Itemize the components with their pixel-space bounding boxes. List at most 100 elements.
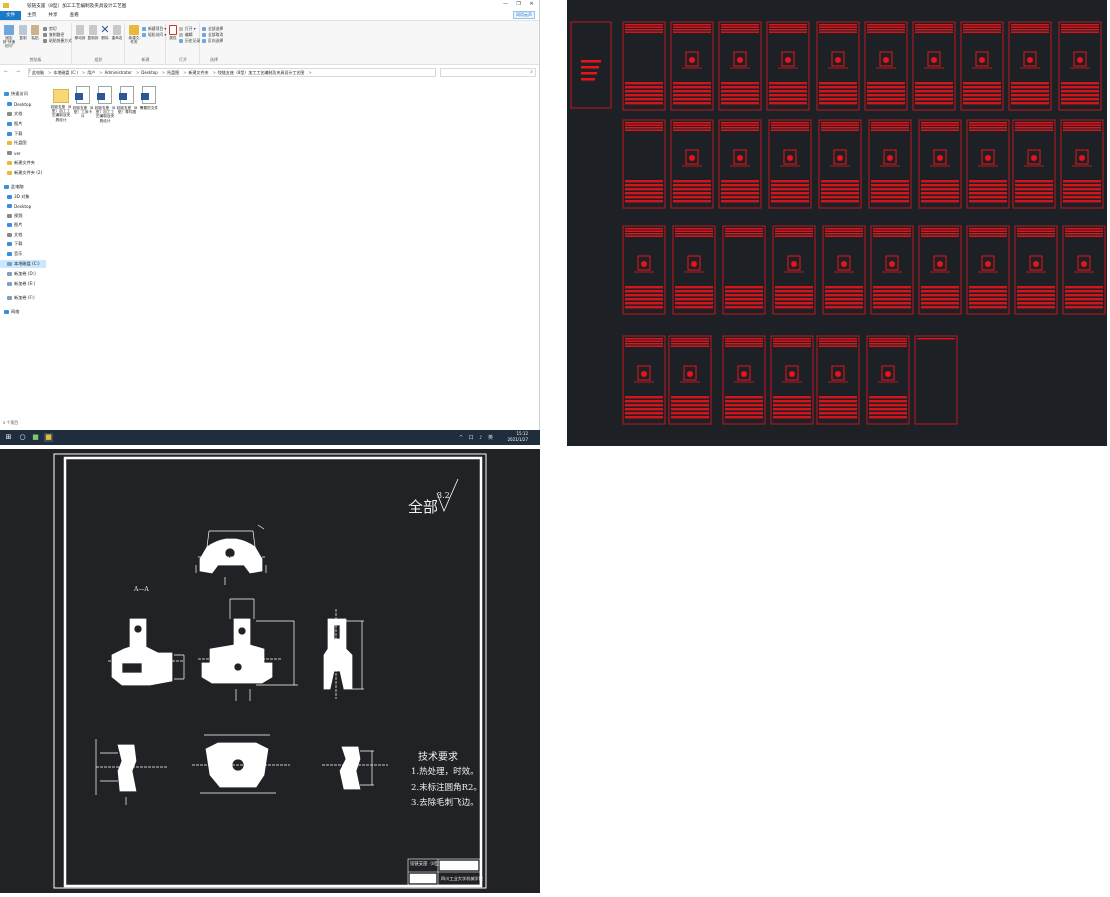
nav-item[interactable]: 新加卷 (F:) xyxy=(0,294,46,302)
file-item[interactable]: 铰链支座（8型）加工工艺编制及夹具设计 xyxy=(94,86,116,123)
nav-item[interactable]: 新加卷 (E:) xyxy=(0,280,46,288)
new-folder-button[interactable]: 新建文件夹 xyxy=(127,25,141,44)
sheet-table-row xyxy=(673,94,711,97)
edit-label: 编辑 xyxy=(185,32,193,37)
edit-icon xyxy=(179,33,183,37)
process-card-sheet xyxy=(672,225,716,315)
pin-quick-access-button[interactable]: 固定到"快速访问" xyxy=(1,25,17,48)
breadcrumb-item[interactable]: 托盘图 xyxy=(167,70,179,76)
nav-item[interactable]: 托盘图 xyxy=(0,139,46,147)
sheet-part-hole xyxy=(1027,57,1033,63)
select-group: 全部选择 全部取消 反向选择 选择 xyxy=(201,23,227,64)
sheet-header-row xyxy=(773,340,811,342)
sheet-header-row xyxy=(1017,235,1055,237)
copy-to-button[interactable]: 复制到 xyxy=(87,25,99,40)
nav-item-label: 此电脑 xyxy=(11,184,24,189)
nav-item[interactable]: Desktop xyxy=(0,100,46,108)
system-tray[interactable]: ^ 口 ♪ 英 xyxy=(459,434,495,441)
nav-item[interactable]: Desktop xyxy=(0,202,46,210)
folder-icon xyxy=(53,89,69,103)
file-item[interactable]: 铰链支座（8型）零件图 xyxy=(116,86,138,114)
nav-item[interactable]: 图片 xyxy=(0,221,46,229)
sheet-table-row xyxy=(1011,90,1049,93)
nav-item[interactable]: 音乐 xyxy=(0,250,46,258)
breadcrumb-item[interactable]: 本地磁盘 (C:) xyxy=(53,70,78,76)
process-card-sheet xyxy=(1014,225,1058,315)
sheet-table-row xyxy=(921,192,959,195)
drive-icon xyxy=(7,271,12,277)
clock[interactable]: 15:12 2021/1/27 xyxy=(507,431,528,442)
sheet-table-row xyxy=(771,196,809,199)
nav-item[interactable]: 图片 xyxy=(0,120,46,128)
share-help-button[interactable]: 同用云声 xyxy=(513,11,535,19)
sheet-header-row xyxy=(673,29,711,31)
sheet-table-row xyxy=(869,404,907,407)
nav-item[interactable]: 新建文件夹 xyxy=(0,159,46,167)
search-icon[interactable]: ○ xyxy=(18,433,27,442)
address-bar[interactable]: 此电脑 > 本地磁盘 (C:) > 用户 > Administrator > Desktop > 托… xyxy=(28,68,436,77)
nav-item[interactable]: ver xyxy=(0,149,46,157)
breadcrumb-item[interactable]: 此电脑 xyxy=(32,70,44,76)
app-icon[interactable]: ■ xyxy=(31,433,40,442)
nav-item[interactable]: 网络 xyxy=(0,308,46,316)
file-item[interactable]: 铰链支座（8型）加工工艺编制及夹具设计 xyxy=(50,86,72,122)
tab-view[interactable]: 查看 xyxy=(64,11,85,20)
properties-button[interactable]: 属性 xyxy=(168,25,178,40)
start-icon[interactable]: ⊞ xyxy=(4,433,13,442)
breadcrumb-item[interactable]: 用户 xyxy=(87,70,95,76)
breadcrumb-item[interactable]: 新建文件夹 xyxy=(188,70,208,76)
process-card-sheet xyxy=(718,21,762,111)
nav-item[interactable]: 文档 xyxy=(0,231,46,239)
history-button[interactable]: 历史记录 xyxy=(179,38,200,44)
nav-item[interactable]: 此电脑 xyxy=(0,183,46,191)
sheet-table-row xyxy=(871,192,909,195)
document-icon xyxy=(7,111,12,117)
nav-item[interactable]: 快速访问 xyxy=(0,90,46,98)
move-icon xyxy=(76,25,84,35)
file-explorer-taskbar-icon[interactable]: ■ xyxy=(44,433,53,442)
sheet-table-row xyxy=(625,200,663,203)
breadcrumb-item[interactable]: 铰链支座（8型）加工工艺编制及夹具设计工艺图 xyxy=(218,70,305,76)
breadcrumb-item[interactable]: Administrator xyxy=(105,70,132,75)
sheet-table-row xyxy=(869,412,907,415)
invert-selection-button[interactable]: 反向选择 xyxy=(202,38,223,44)
file-item[interactable]: 需要的文件 xyxy=(138,86,160,110)
copy-button[interactable]: 复制 xyxy=(18,25,28,40)
sheet-header-row xyxy=(625,129,663,131)
move-to-button[interactable]: 移动到 xyxy=(74,25,86,40)
nav-item[interactable]: 3D 对象 xyxy=(0,193,46,201)
breadcrumb-item[interactable]: Desktop xyxy=(141,70,158,75)
nav-item[interactable]: 文档 xyxy=(0,110,46,118)
sheet-header-row xyxy=(819,31,857,33)
rename-button[interactable]: 重命名 xyxy=(111,25,123,40)
tab-share[interactable]: 共享 xyxy=(42,11,63,20)
sheet-frame xyxy=(914,335,958,425)
side-view xyxy=(323,609,364,699)
close-button[interactable]: ✕ xyxy=(525,1,538,7)
paste-shortcut-button[interactable]: 粘贴快捷方式 xyxy=(43,38,72,44)
delete-button[interactable]: ✕ 删除 xyxy=(100,24,110,40)
maximize-button[interactable]: ❐ xyxy=(512,1,525,7)
minimize-button[interactable]: — xyxy=(499,1,512,7)
tab-file[interactable]: 文件 xyxy=(0,11,22,20)
sheet-frame xyxy=(622,119,666,209)
nav-item[interactable]: 新加卷 (D:) xyxy=(0,270,46,278)
process-card-sheet xyxy=(722,225,766,315)
nav-item[interactable]: 视频 xyxy=(0,212,46,220)
file-item[interactable]: 铰链支座（8型）工序卡片 xyxy=(72,86,94,119)
sheet-header-row xyxy=(725,338,763,340)
paste-button[interactable]: 粘贴 xyxy=(30,25,40,40)
sheet-table-row xyxy=(773,408,811,411)
sheet-table-row xyxy=(921,200,959,203)
nav-item[interactable]: 下载 xyxy=(0,240,46,248)
nav-item[interactable]: 下载 xyxy=(0,130,46,138)
tab-home[interactable]: 主页 xyxy=(21,11,42,20)
search-input[interactable]: ⌕ xyxy=(440,68,536,77)
sheet-header-row xyxy=(769,24,807,26)
sheet-header-row xyxy=(1065,230,1103,232)
easy-access-button[interactable]: 轻松访问 ▾ xyxy=(142,32,166,38)
nav-item[interactable]: 新建文件夹 (2) xyxy=(0,169,46,177)
nav-item[interactable]: 本地磁盘 (C:) xyxy=(0,260,46,268)
sheet-header-row xyxy=(725,340,763,342)
paste-shortcut-label: 粘贴快捷方式 xyxy=(49,38,72,43)
